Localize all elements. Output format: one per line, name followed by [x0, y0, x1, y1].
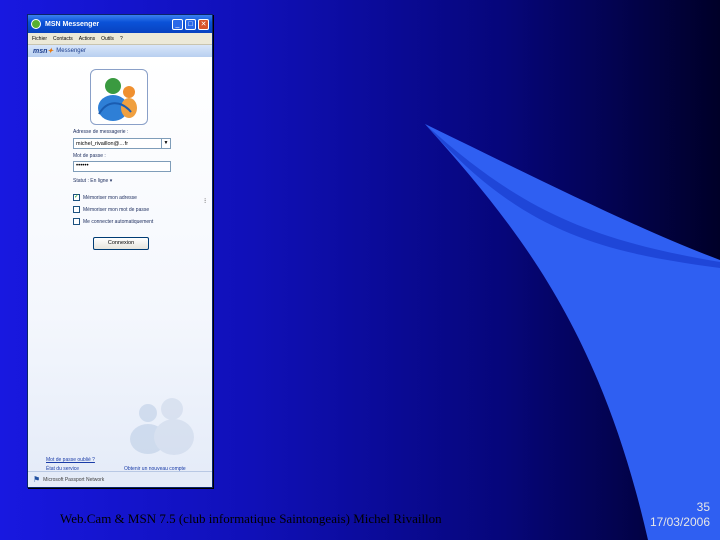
menu-tools[interactable]: Outils: [101, 36, 114, 42]
menu-actions[interactable]: Actions: [79, 36, 95, 42]
brand-text: Messenger: [56, 48, 86, 54]
passport-footer: ⚑ Microsoft Passport Network: [28, 471, 212, 487]
status-selector[interactable]: Statut : En ligne ▾: [73, 178, 112, 184]
slide-info: 35 17/03/2006: [650, 500, 710, 530]
slide-caption: Web.Cam & MSN 7.5 (club informatique Sai…: [60, 511, 442, 526]
password-label: Mot de passe :: [73, 153, 106, 159]
chevron-down-icon[interactable]: ▼: [161, 139, 170, 148]
checkbox-unchecked[interactable]: [73, 218, 80, 225]
maximize-button[interactable]: □: [185, 18, 196, 30]
msn-icon: [31, 19, 41, 29]
minimize-button[interactable]: _: [172, 18, 183, 30]
menu-bar: Fichier Contacts Actions Outils ?: [28, 33, 212, 45]
page-number: 35: [696, 500, 710, 514]
email-combobox[interactable]: michel_rivaillon@…fr ▼: [73, 138, 171, 149]
slide-date: 17/03/2006: [649, 515, 710, 529]
checkbox-label: Me connecter automatiquement: [83, 218, 154, 225]
email-value: michel_rivaillon@…fr: [76, 140, 129, 147]
title-bar[interactable]: MSN Messenger _ □ ✕: [28, 15, 212, 33]
password-field[interactable]: ••••••: [73, 161, 171, 172]
connect-button[interactable]: Connexion: [93, 237, 149, 250]
msn-watermark-icon: [130, 398, 194, 455]
menu-file[interactable]: Fichier: [32, 36, 47, 42]
passport-icon: ⚑: [33, 475, 41, 484]
login-panel: Adresse de messagerie : michel_rivaillon…: [28, 57, 212, 487]
checkbox-unchecked[interactable]: [73, 206, 80, 213]
remember-password-checkbox[interactable]: Mémoriser mon mot de passe: [73, 206, 149, 213]
passport-text: Microsoft Passport Network: [43, 476, 105, 483]
resize-grip-icon[interactable]: ⁝: [204, 197, 206, 205]
msn-buddy-icon: [98, 78, 137, 121]
menu-contacts[interactable]: Contacts: [53, 36, 73, 42]
menu-help[interactable]: ?: [120, 36, 123, 42]
auto-signin-checkbox[interactable]: Me connecter automatiquement: [73, 218, 153, 225]
window-title: MSN Messenger: [45, 20, 100, 28]
close-button[interactable]: ✕: [198, 18, 209, 30]
forgot-password-link[interactable]: Mot de passe oublié ?: [46, 457, 95, 463]
msn-logo: msn✦: [33, 48, 54, 55]
remember-address-checkbox[interactable]: ✓ Mémoriser mon adresse: [73, 194, 137, 201]
checkbox-label: Mémoriser mon mot de passe: [83, 206, 150, 213]
email-label: Adresse de messagerie :: [73, 129, 129, 135]
avatar[interactable]: [90, 69, 148, 125]
checkbox-checked[interactable]: ✓: [73, 194, 80, 201]
msn-messenger-window[interactable]: MSN Messenger _ □ ✕ Fichier Contacts Act…: [27, 14, 213, 488]
checkbox-label: Mémoriser mon adresse: [83, 194, 137, 201]
